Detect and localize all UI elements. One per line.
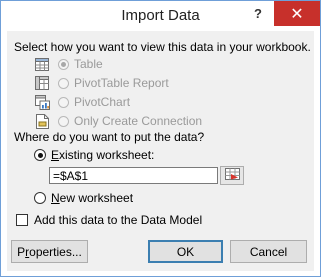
cancel-button[interactable]: Cancel xyxy=(230,240,307,263)
data-model-label: Add this data to the Data Model xyxy=(34,213,203,227)
radio-pivottable-report[interactable] xyxy=(58,77,69,89)
import-data-dialog: Import Data ? ✕ Select how you want to v… xyxy=(0,0,321,277)
pivottable-icon xyxy=(34,75,50,91)
option-connection-label: Only Create Connection xyxy=(74,114,203,128)
ok-button[interactable]: OK xyxy=(148,240,223,263)
dialog-body: Select how you want to view this data in… xyxy=(7,31,314,271)
option-pivotchart[interactable]: PivotChart xyxy=(34,94,130,110)
option-table-label: Table xyxy=(74,57,103,71)
radio-table[interactable] xyxy=(58,58,69,70)
option-pivotchart-label: PivotChart xyxy=(74,95,131,109)
option-pivottable-report[interactable]: PivotTable Report xyxy=(34,75,169,91)
radio-only-create-connection[interactable] xyxy=(58,115,69,127)
connection-only-icon xyxy=(34,113,50,129)
location-section-label: Where do you want to put the data? xyxy=(14,130,205,144)
table-icon xyxy=(34,56,50,72)
range-select-icon xyxy=(224,168,240,183)
new-worksheet-label: New worksheet xyxy=(51,191,134,205)
pivotchart-icon xyxy=(34,94,50,110)
option-new-worksheet[interactable]: New worksheet xyxy=(34,191,133,205)
properties-button[interactable]: Pr operties... xyxy=(11,240,88,263)
title-bar: Import Data ? ✕ xyxy=(1,1,320,31)
radio-new-worksheet[interactable] xyxy=(34,192,46,204)
option-existing-worksheet[interactable]: Existing worksheet: xyxy=(34,148,154,162)
existing-worksheet-label: Existing worksheet: xyxy=(51,148,155,162)
close-button[interactable]: ✕ xyxy=(274,1,320,26)
option-table[interactable]: Table xyxy=(34,56,103,72)
cell-reference-input[interactable] xyxy=(49,167,218,184)
option-pivottable-label: PivotTable Report xyxy=(74,76,169,90)
radio-pivotchart[interactable] xyxy=(58,96,69,108)
data-model-checkbox[interactable] xyxy=(16,214,28,226)
view-section-label: Select how you want to view this data in… xyxy=(14,40,311,54)
data-model-option[interactable]: Add this data to the Data Model xyxy=(16,213,202,227)
option-only-create-connection[interactable]: Only Create Connection xyxy=(34,113,202,129)
help-button[interactable]: ? xyxy=(242,1,274,26)
radio-existing-worksheet[interactable] xyxy=(34,149,46,161)
range-select-button[interactable] xyxy=(220,166,244,185)
